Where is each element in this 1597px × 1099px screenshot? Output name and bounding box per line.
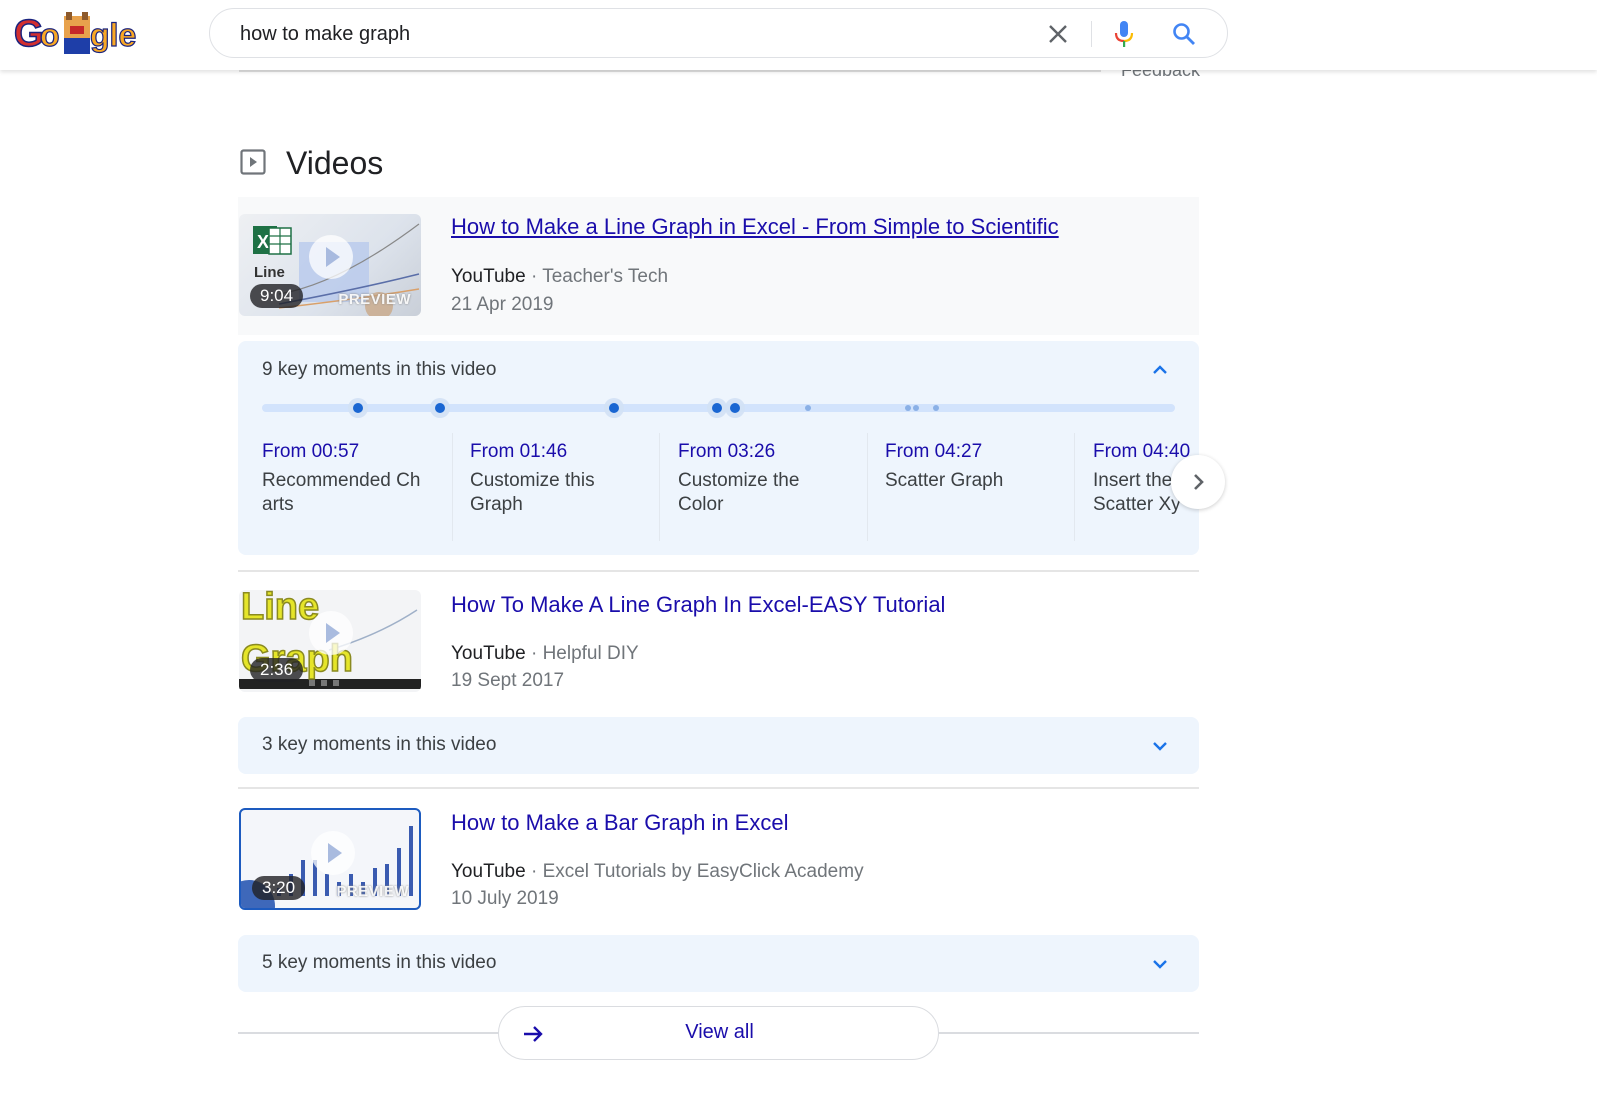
key-moment-marker[interactable] [711, 403, 722, 413]
key-moments-panel[interactable]: 3 key moments in this video [238, 717, 1199, 774]
thumbnail-bar [325, 874, 329, 896]
chevron-up-icon[interactable] [1151, 363, 1169, 375]
key-moment-time: From 03:26 [678, 441, 776, 462]
video-thumbnail[interactable]: Line Graph 2:36 [239, 590, 421, 692]
key-moment-desc: Customize this Graph [470, 470, 595, 515]
section-divider [239, 70, 1101, 72]
video-play-icon [240, 149, 266, 175]
duration-badge: 2:36 [250, 658, 304, 682]
key-moment-item[interactable]: From 04:27 Scatter Graph [861, 433, 1068, 543]
video-platform: YouTube [451, 861, 526, 882]
thumbnail-text: Line [254, 264, 285, 281]
thumbnail-bar [409, 826, 413, 896]
svg-text:o: o [40, 17, 60, 53]
duration-badge: 9:04 [250, 284, 304, 308]
clear-icon[interactable] [1045, 21, 1071, 47]
search-input[interactable]: how to make graph [240, 23, 410, 46]
videos-section-title: Videos [286, 145, 384, 181]
svg-text:X: X [257, 232, 269, 252]
mic-icon[interactable] [1112, 19, 1136, 49]
search-icon[interactable] [1171, 21, 1197, 47]
key-moments-panel[interactable]: 5 key moments in this video [238, 935, 1199, 992]
key-moment-marker[interactable] [435, 403, 446, 413]
video-channel: Teacher's Tech [542, 266, 669, 287]
search-separator [1091, 21, 1092, 47]
play-icon [309, 235, 353, 279]
key-moment-marker-minor[interactable] [804, 405, 811, 411]
view-all-button[interactable]: View all [498, 1006, 939, 1060]
video-result-header[interactable]: 3:20 PREVIEW How to Make a Bar Graph in … [238, 791, 1199, 929]
video-channel: Helpful DIY [542, 643, 639, 664]
key-moment-desc: Scatter Graph [885, 470, 1004, 491]
thumbnail-text: Line [240, 590, 320, 629]
video-thumbnail[interactable]: X Line 9:04 PREVIEW [239, 214, 421, 316]
key-moment-time: From 00:57 [262, 441, 360, 462]
chevron-down-icon[interactable] [1151, 739, 1169, 751]
view-all-line-left [238, 1032, 500, 1034]
video-title-link[interactable]: How to Make a Bar Graph in Excel [451, 810, 788, 836]
key-moment-time: From 04:40 [1093, 441, 1191, 462]
key-moments-label[interactable]: 9 key moments in this video [262, 359, 496, 381]
video-date: 10 July 2019 [451, 888, 559, 909]
key-moments-label[interactable]: 5 key moments in this video [262, 952, 496, 974]
carousel-next-button[interactable] [1171, 455, 1225, 509]
key-moments-label[interactable]: 3 key moments in this video [262, 734, 496, 756]
key-moment-item[interactable]: From 00:57 Recommended Charts [238, 433, 445, 543]
video-platform: YouTube [451, 643, 526, 664]
key-moments-carousel: From 00:57 Recommended Charts From 01:46… [238, 433, 1199, 543]
video-source: YouTube · Excel Tutorials by EasyClick A… [451, 861, 864, 882]
svg-text:gle: gle [90, 17, 136, 53]
header: G o gle how to make graph [0, 0, 1597, 70]
key-moment-item[interactable]: From 03:26 Customize the Color [654, 433, 861, 543]
video-platform: YouTube [451, 266, 526, 287]
key-moment-time: From 04:27 [885, 441, 983, 462]
video-date: 19 Sept 2017 [451, 670, 565, 691]
video-title-link[interactable]: How To Make A Line Graph In Excel-EASY T… [451, 592, 945, 618]
key-moment-marker[interactable] [352, 403, 363, 413]
result-divider [238, 787, 1199, 789]
view-all-line-right [938, 1032, 1199, 1034]
chevron-down-icon[interactable] [1151, 957, 1169, 969]
preview-label: PREVIEW [336, 883, 409, 900]
play-icon [309, 611, 353, 655]
key-moment-item[interactable]: From 01:46 Customize this Graph [446, 433, 653, 543]
key-moment-desc: Recommended Charts [262, 470, 421, 515]
google-doodle-logo[interactable]: G o gle [13, 10, 146, 60]
key-moment-time: From 01:46 [470, 441, 568, 462]
video-result-header[interactable]: Line Graph 2:36 How To Make A Line Graph… [238, 573, 1199, 711]
duration-badge: 3:20 [252, 876, 306, 900]
search-box[interactable]: how to make graph [209, 8, 1228, 58]
chevron-right-icon [1194, 474, 1204, 490]
key-moment-marker[interactable] [729, 403, 740, 413]
key-moment-marker-minor[interactable] [912, 405, 919, 411]
video-date: 21 Apr 2019 [451, 294, 554, 315]
key-moment-marker-minor[interactable] [932, 405, 939, 411]
video-source: YouTube · Teacher's Tech [451, 266, 669, 287]
result-divider [238, 570, 1199, 572]
video-source: YouTube · Helpful DIY [451, 643, 639, 664]
key-moment-desc: Customize the Color [678, 470, 800, 515]
view-all-label: View all [685, 1021, 754, 1043]
preview-label: PREVIEW [338, 291, 411, 308]
video-title-link[interactable]: How to Make a Line Graph in Excel - From… [451, 214, 1059, 240]
video-result-header[interactable]: X Line 9:04 PREVIEW How to Make a Line G… [238, 197, 1199, 335]
key-moment-marker-minor[interactable] [905, 405, 912, 411]
play-icon [311, 831, 355, 875]
key-moment-marker[interactable] [609, 403, 620, 413]
key-moments-timeline[interactable] [262, 403, 1175, 413]
video-channel: Excel Tutorials by EasyClick Academy [542, 861, 864, 882]
video-thumbnail[interactable]: 3:20 PREVIEW [239, 808, 421, 910]
key-moments-panel: 9 key moments in this video From 00:57 R… [238, 341, 1199, 555]
